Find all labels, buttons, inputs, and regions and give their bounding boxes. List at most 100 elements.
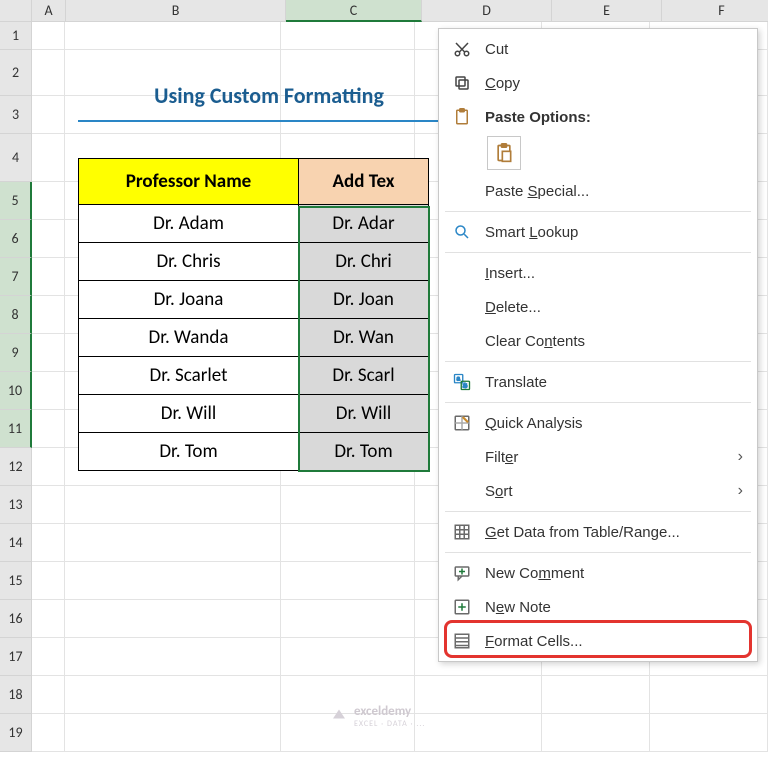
spacer-icon <box>449 444 475 470</box>
spacer-icon <box>449 260 475 286</box>
svg-text:a: a <box>457 377 461 383</box>
cell-name-2[interactable]: Dr. Joana <box>79 281 299 319</box>
menu-get-data[interactable]: Get Data from Table/Range... <box>439 515 757 549</box>
svg-text:あ: あ <box>462 382 467 389</box>
cell-add-0[interactable]: Dr. Adar <box>299 205 429 243</box>
col-header-D[interactable]: D <box>422 0 552 22</box>
row-header-2[interactable]: 2 <box>0 50 32 96</box>
menu-cut[interactable]: Cut <box>439 32 757 66</box>
menu-paste-special-label: Paste Special... <box>485 183 743 200</box>
paste-default-option[interactable] <box>487 136 521 170</box>
row-headers: 12345678910111213141516171819 <box>0 22 32 752</box>
cell-name-1[interactable]: Dr. Chris <box>79 243 299 281</box>
cell-name-0[interactable]: Dr. Adam <box>79 205 299 243</box>
menu-separator <box>445 361 751 362</box>
menu-translate[interactable]: aあ Translate <box>439 365 757 399</box>
row-header-3[interactable]: 3 <box>0 96 32 134</box>
col-header-A[interactable]: A <box>32 0 66 22</box>
cell-add-1[interactable]: Dr. Chri <box>299 243 429 281</box>
menu-smart-lookup-label: Smart Lookup <box>485 224 743 241</box>
row-header-13[interactable]: 13 <box>0 486 32 524</box>
row-header-8[interactable]: 8 <box>0 296 32 334</box>
sheet-title: Using Custom Formatting <box>74 82 464 109</box>
watermark-sub: EXCEL · DATA · ... <box>354 719 425 729</box>
translate-icon: aあ <box>449 369 475 395</box>
menu-filter[interactable]: Filter › <box>439 440 757 474</box>
watermark-text: exceldemy <box>354 704 411 719</box>
row-header-9[interactable]: 9 <box>0 334 32 372</box>
cut-icon <box>449 36 475 62</box>
data-table: Professor Name Add Tex Dr. AdamDr. AdarD… <box>78 158 429 471</box>
menu-new-note[interactable]: New Note <box>439 590 757 624</box>
cell-name-4[interactable]: Dr. Scarlet <box>79 357 299 395</box>
cell-add-3[interactable]: Dr. Wan <box>299 319 429 357</box>
cell-name-6[interactable]: Dr. Tom <box>79 433 299 471</box>
spacer-icon <box>449 478 475 504</box>
col-header-B[interactable]: B <box>66 0 286 22</box>
row-header-5[interactable]: 5 <box>0 182 32 220</box>
context-menu: Cut Copy Paste Options: Paste Special... <box>438 28 758 662</box>
cell-add-5[interactable]: Dr. Will <box>299 395 429 433</box>
menu-new-comment[interactable]: New Comment <box>439 556 757 590</box>
menu-paste-options: Paste Options: <box>439 100 757 134</box>
copy-icon <box>449 70 475 96</box>
menu-sort[interactable]: Sort › <box>439 474 757 508</box>
row-header-10[interactable]: 10 <box>0 372 32 410</box>
spacer-icon <box>449 294 475 320</box>
header-add-text[interactable]: Add Tex <box>299 159 429 205</box>
clipboard-icon <box>449 104 475 130</box>
menu-copy-label: Copy <box>485 75 743 92</box>
menu-translate-label: Translate <box>485 374 743 391</box>
menu-format-cells-label: Format Cells... <box>485 633 743 650</box>
cell-name-3[interactable]: Dr. Wanda <box>79 319 299 357</box>
row-header-15[interactable]: 15 <box>0 562 32 600</box>
select-all-corner[interactable] <box>0 0 32 22</box>
menu-copy[interactable]: Copy <box>439 66 757 100</box>
cell-add-4[interactable]: Dr. Scarl <box>299 357 429 395</box>
menu-quick-analysis[interactable]: Quick Analysis <box>439 406 757 440</box>
menu-filter-label: Filter <box>485 449 738 466</box>
row-header-17[interactable]: 17 <box>0 638 32 676</box>
col-header-C[interactable]: C <box>286 0 422 22</box>
spacer-icon <box>449 178 475 204</box>
menu-cut-label: Cut <box>485 41 743 58</box>
menu-new-note-label: New Note <box>485 599 743 616</box>
cell-add-6[interactable]: Dr. Tom <box>299 433 429 471</box>
col-header-E[interactable]: E <box>552 0 662 22</box>
quick-analysis-icon <box>449 410 475 436</box>
cell-name-5[interactable]: Dr. Will <box>79 395 299 433</box>
menu-sort-label: Sort <box>485 483 738 500</box>
menu-quick-analysis-label: Quick Analysis <box>485 415 743 432</box>
row-header-14[interactable]: 14 <box>0 524 32 562</box>
menu-format-cells[interactable]: Format Cells... <box>439 624 757 658</box>
col-header-F[interactable]: F <box>662 0 768 22</box>
row-header-16[interactable]: 16 <box>0 600 32 638</box>
menu-clear-contents-label: Clear Contents <box>485 333 743 350</box>
spacer-icon <box>449 328 475 354</box>
row-header-18[interactable]: 18 <box>0 676 32 714</box>
menu-smart-lookup[interactable]: Smart Lookup <box>439 215 757 249</box>
menu-separator <box>445 511 751 512</box>
row-header-11[interactable]: 11 <box>0 410 32 448</box>
watermark: exceldemy EXCEL · DATA · ... <box>330 704 425 729</box>
comment-icon <box>449 560 475 586</box>
row-header-12[interactable]: 12 <box>0 448 32 486</box>
header-professor-name[interactable]: Professor Name <box>79 159 299 205</box>
menu-clear-contents[interactable]: Clear Contents <box>439 324 757 358</box>
menu-insert[interactable]: Insert... <box>439 256 757 290</box>
menu-insert-label: Insert... <box>485 265 743 282</box>
submenu-arrow-icon: › <box>738 482 743 500</box>
row-header-19[interactable]: 19 <box>0 714 32 752</box>
row-header-6[interactable]: 6 <box>0 220 32 258</box>
row-header-1[interactable]: 1 <box>0 22 32 50</box>
cell-add-2[interactable]: Dr. Joan <box>299 281 429 319</box>
menu-delete[interactable]: Delete... <box>439 290 757 324</box>
menu-paste-options-label: Paste Options: <box>485 109 743 126</box>
row-header-4[interactable]: 4 <box>0 134 32 182</box>
menu-separator <box>445 402 751 403</box>
menu-get-data-label: Get Data from Table/Range... <box>485 524 743 541</box>
row-header-7[interactable]: 7 <box>0 258 32 296</box>
column-headers: ABCDEF <box>0 0 768 22</box>
spreadsheet-area: ABCDEF 12345678910111213141516171819 Usi… <box>0 0 768 776</box>
menu-paste-special[interactable]: Paste Special... <box>439 174 757 208</box>
